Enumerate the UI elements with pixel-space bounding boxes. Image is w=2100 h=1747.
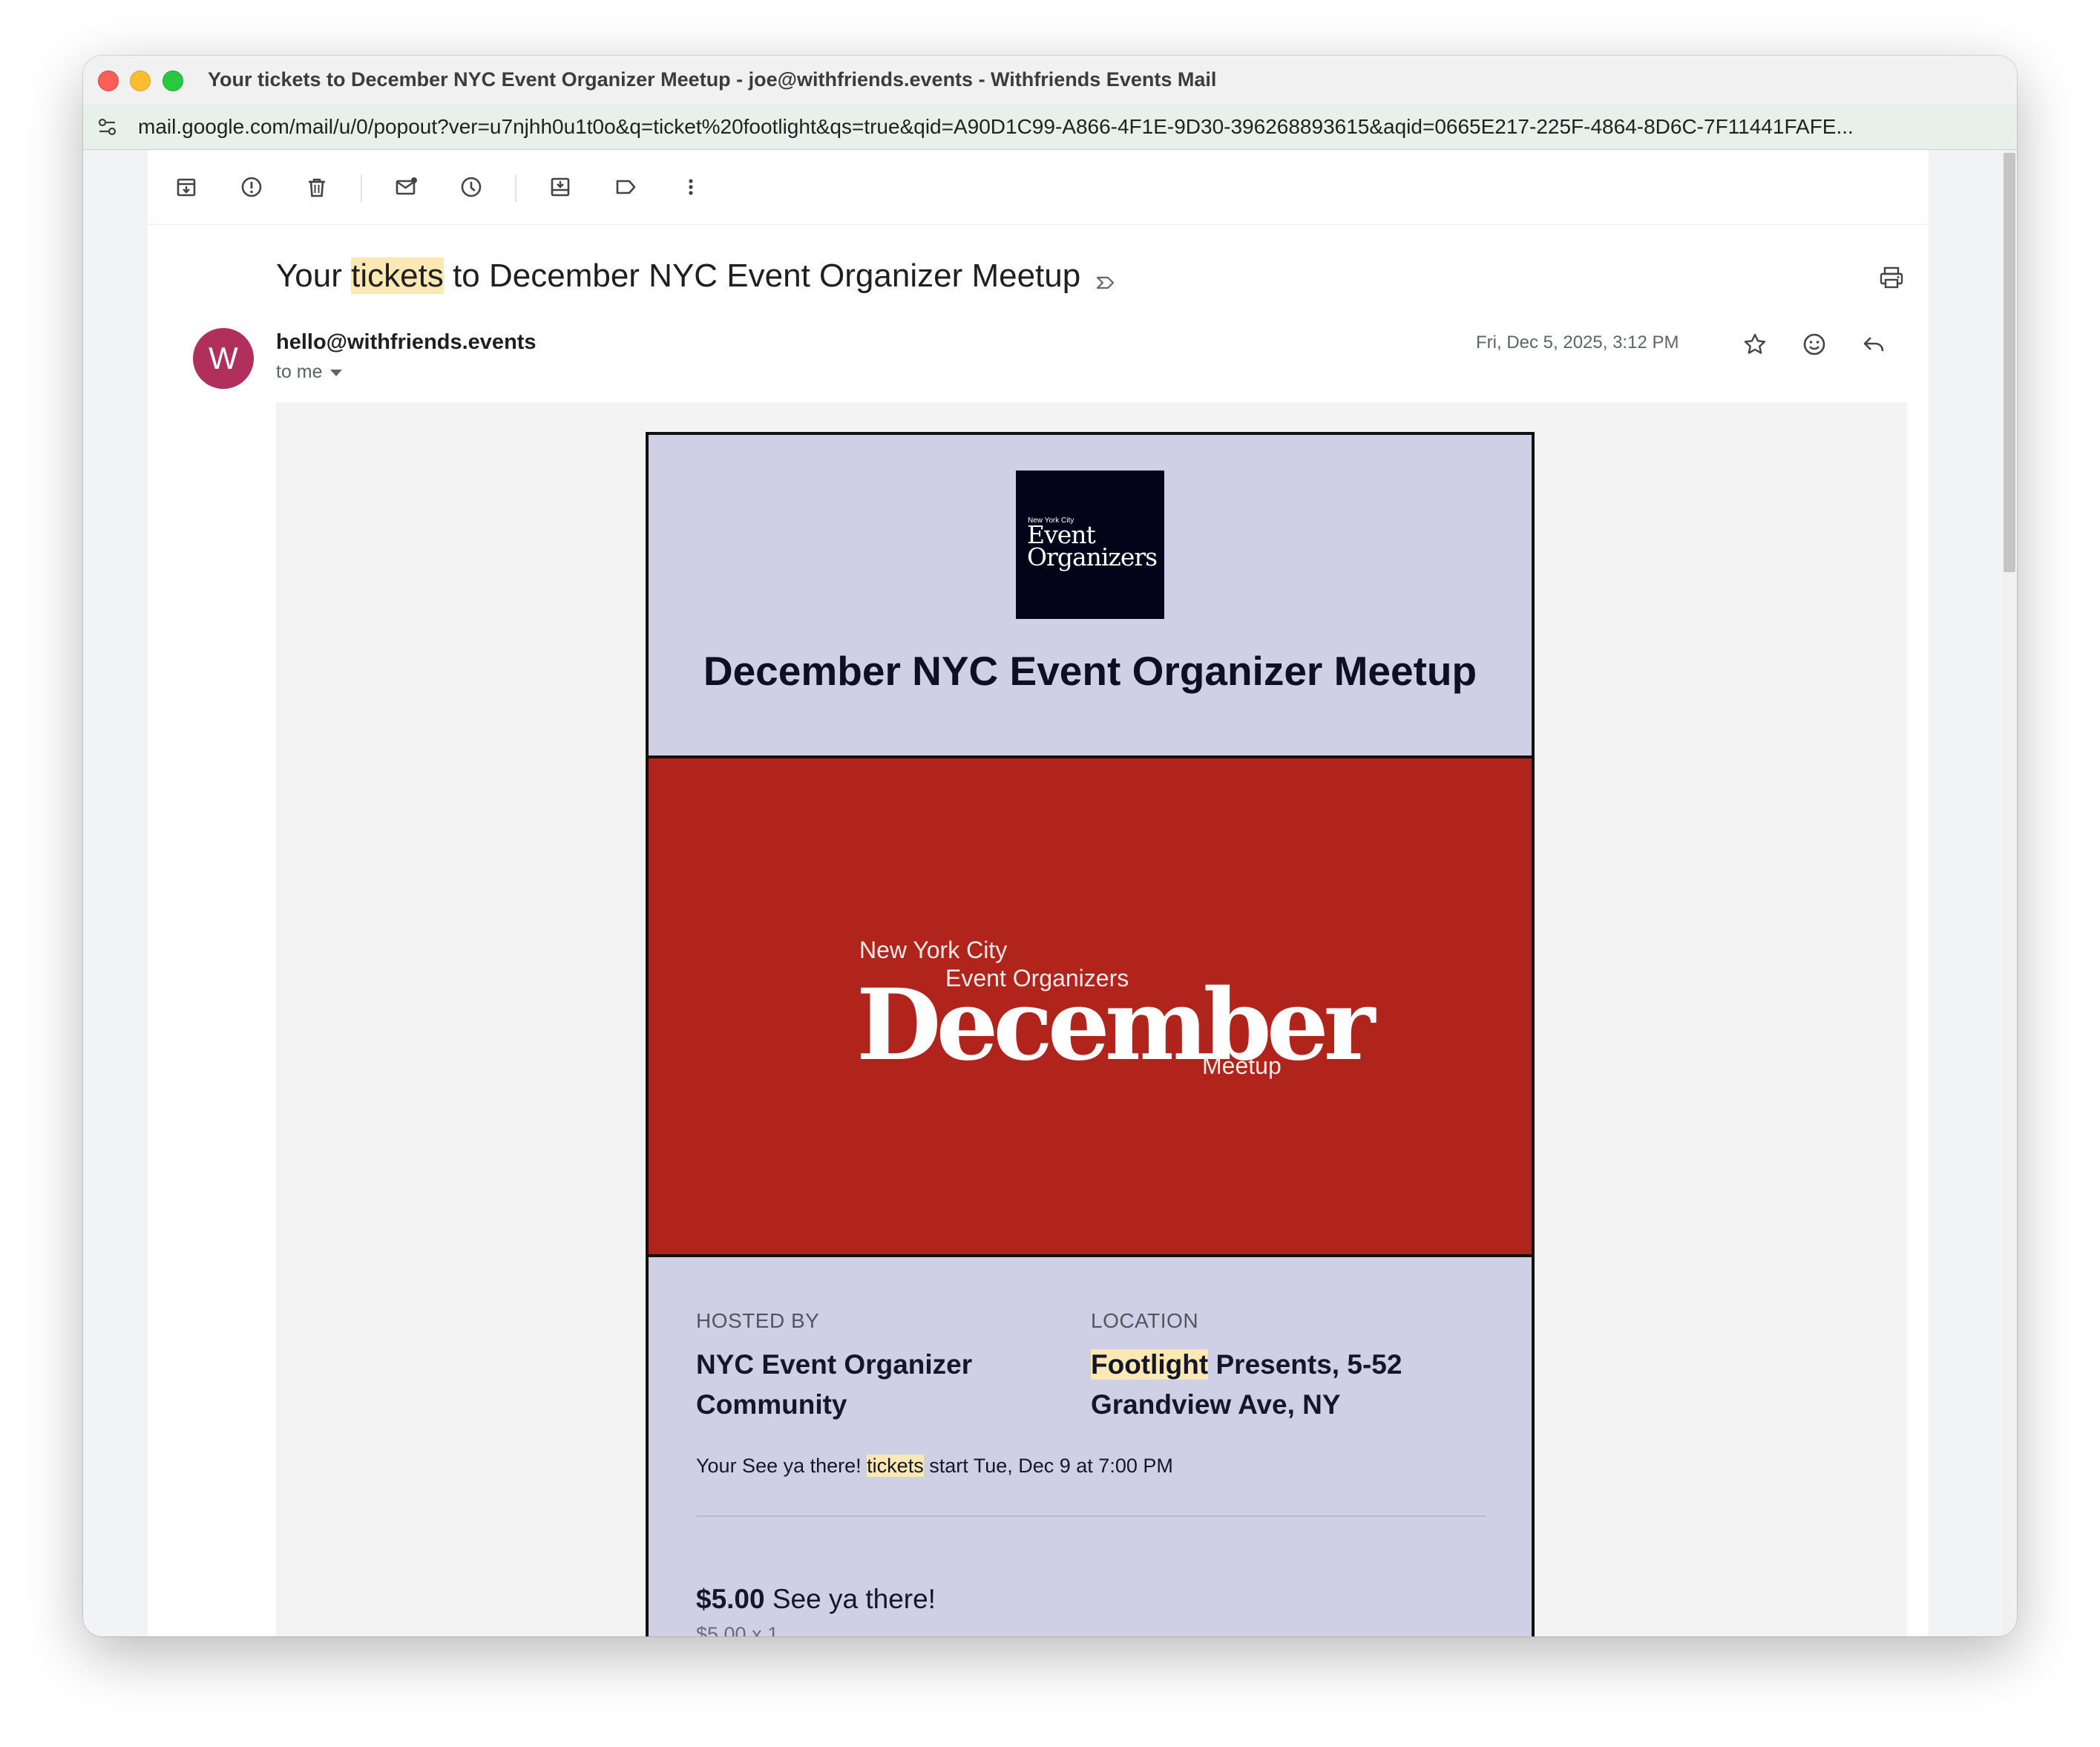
- event-title: December NYC Event Organizer Meetup: [703, 648, 1477, 694]
- minimize-window-button[interactable]: [130, 71, 151, 91]
- card-header: New York City Event Organizers December …: [649, 435, 1532, 755]
- recipients-label: to me: [276, 361, 323, 382]
- hosted-by-value: NYC Event Organizer Community: [696, 1349, 973, 1420]
- content-area: Your tickets to December NYC Event Organ…: [83, 150, 2017, 1636]
- location-value: Footlight Presents, 5-52 Grandview Ave, …: [1091, 1345, 1462, 1425]
- ticket-price: $5.00: [696, 1584, 765, 1614]
- star-icon[interactable]: [1737, 327, 1773, 362]
- sender-email[interactable]: hello@withfriends.events: [276, 330, 537, 355]
- close-window-button[interactable]: [98, 71, 119, 91]
- tickets-text: Your See ya there!: [696, 1455, 867, 1477]
- event-banner: New York City Event Organizers December …: [649, 755, 1532, 1257]
- search-highlight: tickets: [351, 258, 444, 294]
- subject-text: to December NYC Event Organizer Meetup: [443, 258, 1081, 294]
- toolbar-divider: [515, 175, 516, 202]
- title-bar: Your tickets to December NYC Event Organ…: [83, 56, 2017, 105]
- site-settings-icon[interactable]: [96, 116, 119, 138]
- tickets-text: start Tue, Dec 9 at 7:00 PM: [923, 1455, 1173, 1477]
- zoom-window-button[interactable]: [163, 71, 183, 91]
- more-vert-icon[interactable]: [675, 171, 707, 203]
- search-highlight: Footlight: [1091, 1349, 1209, 1380]
- message-date: Fri, Dec 5, 2025, 3:12 PM: [1476, 332, 1679, 353]
- mark-unread-icon[interactable]: [390, 171, 422, 203]
- move-to-icon[interactable]: [544, 171, 577, 203]
- ticket-card: New York City Event Organizers December …: [646, 432, 1535, 1636]
- tickets-start-line: Your See ya there! tickets start Tue, De…: [696, 1455, 1173, 1478]
- organizer-logo: New York City Event Organizers: [1016, 471, 1164, 619]
- report-spam-icon[interactable]: [235, 171, 268, 203]
- archive-icon[interactable]: [170, 171, 203, 203]
- ticket-quantity: $5.00 x 1: [696, 1623, 779, 1636]
- chevron-down-icon: [329, 369, 342, 376]
- ticket-name: See ya there!: [764, 1584, 936, 1614]
- message-subject: Your tickets to December NYC Event Organ…: [276, 258, 1118, 295]
- logo-wordmark: Event Organizers: [1027, 522, 1161, 571]
- location-label: LOCATION: [1091, 1309, 1199, 1332]
- divider: [696, 1515, 1486, 1517]
- ticket-price-line: $5.00 See ya there!: [696, 1584, 936, 1615]
- print-icon[interactable]: [1875, 261, 1908, 294]
- logo-line: Organizers: [1027, 543, 1158, 571]
- banner-meetup: Meetup: [1202, 1052, 1282, 1079]
- banner-month: December: [856, 968, 1375, 1083]
- hosted-by-label: HOSTED BY: [696, 1309, 820, 1332]
- window-title: Your tickets to December NYC Event Organ…: [208, 68, 1217, 91]
- snooze-icon[interactable]: [455, 171, 488, 203]
- label-icon[interactable]: [609, 171, 642, 203]
- recipients-toggle[interactable]: to me: [276, 361, 342, 383]
- reply-icon[interactable]: [1856, 327, 1891, 362]
- url-text[interactable]: mail.google.com/mail/u/0/popout?ver=u7nj…: [138, 115, 1986, 139]
- more-vert-icon[interactable]: [1915, 327, 1929, 362]
- search-highlight: tickets: [867, 1455, 924, 1477]
- url-bar[interactable]: mail.google.com/mail/u/0/popout?ver=u7nj…: [83, 105, 2017, 150]
- importance-marker-icon[interactable]: [1094, 266, 1118, 289]
- emoji-reaction-icon[interactable]: [1797, 327, 1832, 362]
- delete-icon[interactable]: [301, 171, 333, 203]
- subject-text: Your: [276, 258, 352, 294]
- avatar[interactable]: W: [193, 328, 254, 389]
- toolbar-divider: [361, 175, 362, 202]
- message-toolbar: [148, 150, 1929, 225]
- mail-popout-window: Your tickets to December NYC Event Organ…: [83, 56, 2017, 1636]
- email-body: New York City Event Organizers December …: [276, 402, 1907, 1636]
- banner-city: New York City: [859, 937, 1008, 963]
- message-panel: Your tickets to December NYC Event Organ…: [148, 150, 1929, 1636]
- scrollbar-thumb[interactable]: [2004, 153, 2015, 572]
- scrollbar[interactable]: [2002, 150, 2017, 1636]
